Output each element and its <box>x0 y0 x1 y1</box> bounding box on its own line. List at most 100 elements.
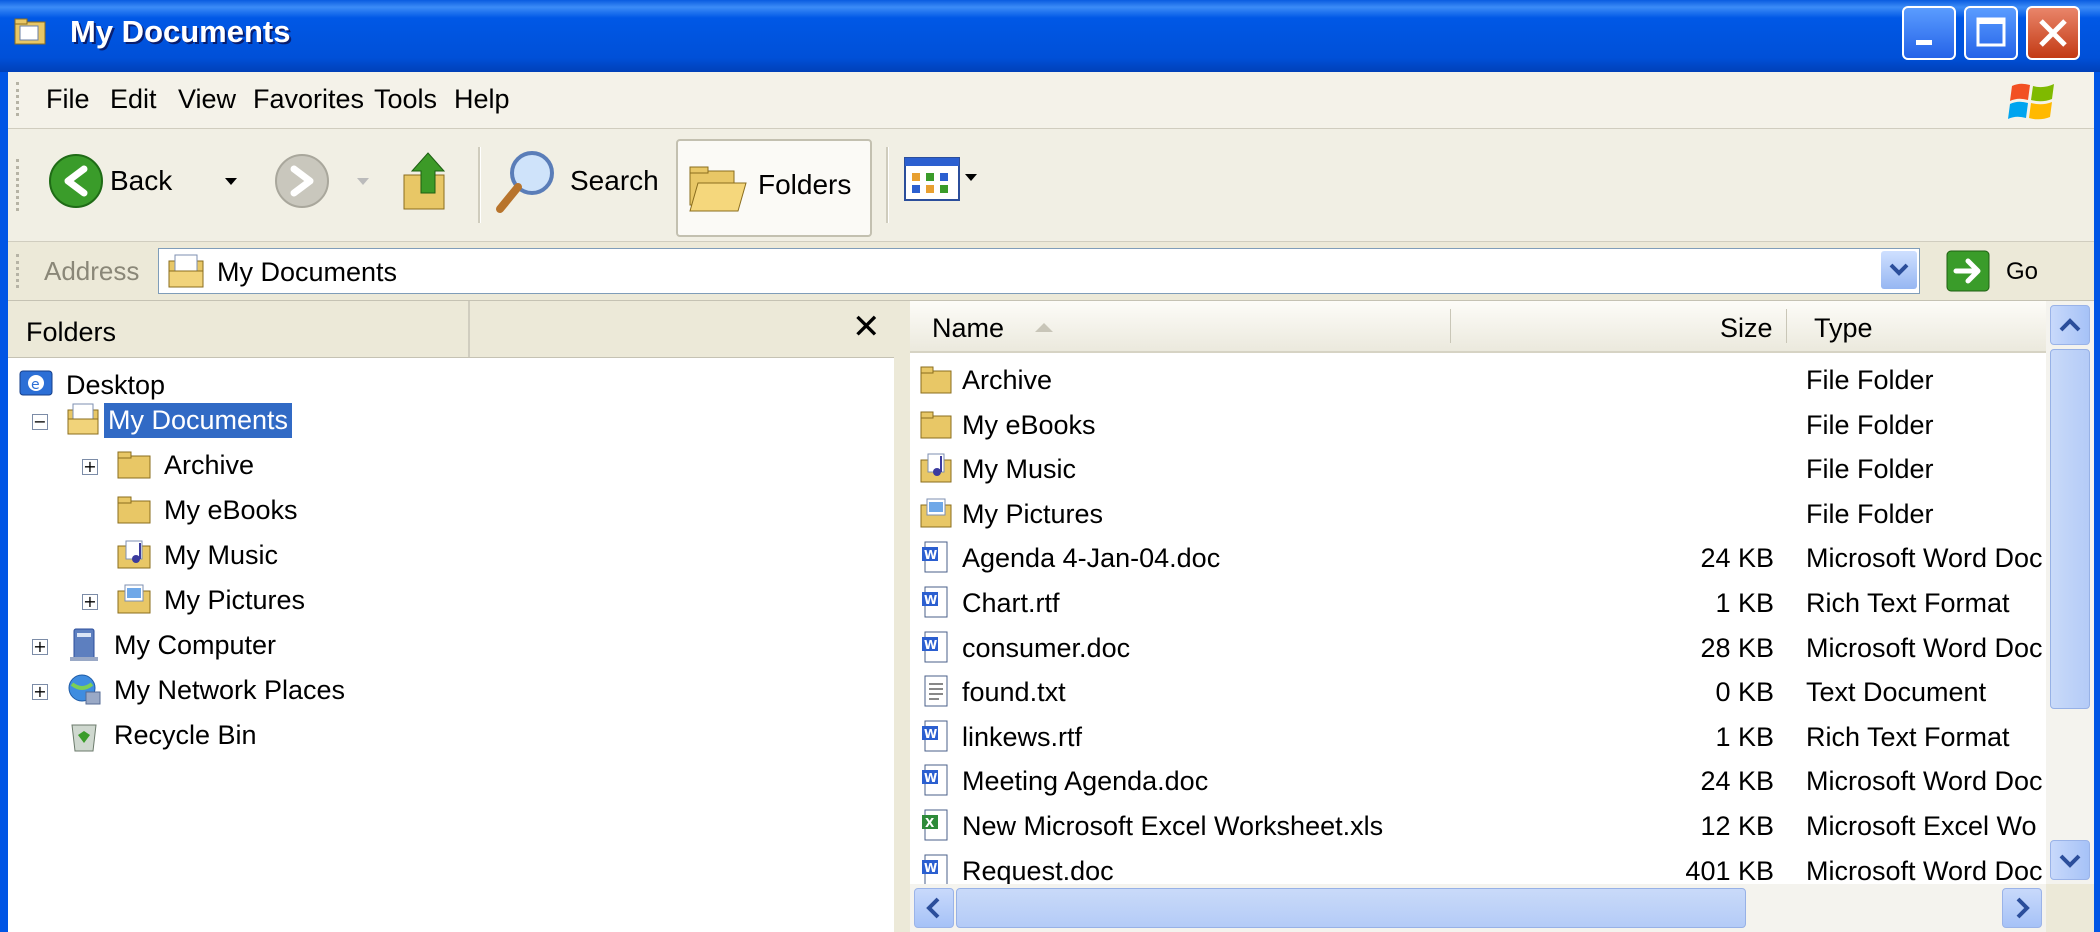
expand-icon[interactable]: + <box>82 594 98 610</box>
file-name: My eBooks <box>962 409 1096 440</box>
up-folder-icon[interactable] <box>400 149 456 215</box>
maximize-icon <box>1976 17 2006 47</box>
search-button[interactable]: Search <box>494 147 664 217</box>
column-header-size[interactable]: Size <box>1720 313 1773 344</box>
chevron-down-icon[interactable] <box>356 177 370 187</box>
folder-icon <box>117 496 151 524</box>
file-size: 1 KB <box>1715 588 1774 618</box>
menu-grip <box>16 82 23 116</box>
file-type: Microsoft Word Doc <box>1806 632 2043 663</box>
tree-item-my-network-places[interactable]: My Network Places <box>66 670 349 710</box>
folders-pane: Folders ✕ e Desktop − My Documents + Arc… <box>8 301 894 932</box>
file-row[interactable]: W Agenda 4-Jan-04.doc 24 KB Microsoft Word … <box>910 535 2046 579</box>
folder-icon <box>920 411 952 439</box>
horizontal-scrollbar[interactable] <box>910 884 2046 932</box>
views-button[interactable] <box>900 151 980 215</box>
tree-item-label: My Pictures <box>164 584 306 615</box>
file-row[interactable]: Archive File Folder <box>910 357 2046 401</box>
folders-label: Folders <box>758 169 852 200</box>
tree-item-my-music[interactable]: My Music <box>116 535 282 575</box>
file-row[interactable]: My Pictures File Folder <box>910 491 2046 535</box>
chevron-down-icon[interactable] <box>224 177 238 187</box>
file-type: File Folder <box>1806 454 1934 485</box>
menu-bar: File Edit View Favorites Tools Help <box>8 72 2094 129</box>
tree-item-my-computer[interactable]: My Computer <box>66 625 280 665</box>
address-value: My Documents <box>217 257 398 287</box>
my-documents-icon <box>67 403 99 435</box>
forward-button[interactable] <box>270 147 380 217</box>
menu-help[interactable]: Help <box>454 84 510 115</box>
tree-item-label: My Network Places <box>114 674 346 705</box>
windows-logo-icon <box>2008 83 2054 120</box>
address-bar: Address My Documents Go <box>8 242 2094 301</box>
address-label: Address <box>44 256 140 286</box>
file-row[interactable]: Wlinkews.rtf 1 KB Rich Text Format <box>910 714 2046 758</box>
file-row[interactable]: W Meeting Agenda.doc 24 KB Microsoft Word D… <box>910 758 2046 802</box>
minimize-button[interactable] <box>1902 6 1956 60</box>
music-folder-icon <box>117 540 151 569</box>
file-size: 28 KB <box>1700 632 1774 663</box>
explorer-window: My Documents File Edit View Favorites To… <box>0 0 2100 932</box>
scroll-right-button[interactable] <box>2002 888 2042 928</box>
tree-item-label: My Music <box>164 539 278 570</box>
expand-icon[interactable]: + <box>32 684 48 700</box>
menu-tools[interactable]: Tools <box>374 84 437 115</box>
toolbar-grip <box>16 159 23 211</box>
file-row[interactable]: X New Microsoft Excel Worksheet.xls 12 KB M… <box>910 803 2046 847</box>
tree-item-my-documents[interactable]: My Documents <box>66 400 293 440</box>
close-button[interactable] <box>2026 6 2080 60</box>
expand-icon[interactable]: + <box>32 639 48 655</box>
file-size: 24 KB <box>1700 766 1774 797</box>
tree-item-my-pictures[interactable]: My Pictures <box>116 580 309 620</box>
size-grip[interactable] <box>2046 884 2094 932</box>
horizontal-scroll-thumb[interactable] <box>956 888 1746 928</box>
file-type: Microsoft Word Doc <box>1806 855 2043 886</box>
folders-icon <box>689 166 747 212</box>
recycle-bin-icon <box>71 724 97 752</box>
scroll-up-button[interactable] <box>2050 305 2090 345</box>
go-button[interactable]: Go <box>1942 250 2058 292</box>
collapse-icon[interactable]: − <box>32 414 48 430</box>
toolbar-separator <box>886 147 889 223</box>
menu-view[interactable]: View <box>178 84 236 115</box>
scroll-left-button[interactable] <box>914 888 954 928</box>
file-row[interactable]: W Chart.rtf 1 KB Rich Text Format <box>910 580 2046 624</box>
address-input[interactable]: My Documents <box>158 248 1920 294</box>
pictures-folder-icon <box>920 498 952 528</box>
folders-button[interactable]: Folders <box>676 139 872 237</box>
file-name: My Music <box>962 454 1076 485</box>
expand-icon[interactable]: + <box>82 459 98 475</box>
tree-item-desktop[interactable]: e Desktop <box>18 365 169 405</box>
header-divider <box>468 301 470 357</box>
file-type: Text Document <box>1806 677 1987 708</box>
column-separator[interactable] <box>1786 309 1787 343</box>
back-button[interactable]: Back <box>44 147 254 217</box>
file-row[interactable]: Wconsumer.doc 28 KB Microsoft Word Doc <box>910 625 2046 669</box>
file-row[interactable]: My Music File Folder <box>910 446 2046 490</box>
file-row[interactable]: My eBooks File Folder <box>910 402 2046 446</box>
file-size: 12 KB <box>1700 811 1774 841</box>
file-type: Microsoft Excel Wo <box>1806 811 2037 841</box>
title-bar[interactable]: My Documents <box>0 0 2100 72</box>
column-header-type[interactable]: Type <box>1814 313 1873 344</box>
file-name: My Pictures <box>962 498 1104 529</box>
toolbar-separator <box>478 147 481 223</box>
window-title: My Documents <box>70 14 291 49</box>
tree-item-my-ebooks[interactable]: My eBooks <box>116 490 302 530</box>
tree-item-recycle-bin[interactable]: Recycle Bin <box>66 715 261 755</box>
column-separator[interactable] <box>1450 309 1451 343</box>
file-row[interactable]: found.txt 0 KB Text Document <box>910 669 2046 713</box>
chevron-down-icon <box>1889 263 1909 276</box>
tree-item-archive[interactable]: Archive <box>116 445 258 485</box>
column-header-name[interactable]: Name <box>932 313 1004 344</box>
menu-edit[interactable]: Edit <box>110 84 157 115</box>
vertical-scrollbar[interactable] <box>2046 301 2094 884</box>
pane-splitter[interactable] <box>894 301 910 932</box>
scroll-thumb[interactable] <box>2050 349 2090 709</box>
address-dropdown-button[interactable] <box>1881 251 1917 289</box>
scroll-down-button[interactable] <box>2050 840 2090 880</box>
menu-favorites[interactable]: Favorites <box>253 84 364 115</box>
maximize-button[interactable] <box>1964 6 2018 60</box>
menu-file[interactable]: File <box>46 84 90 115</box>
close-pane-icon[interactable]: ✕ <box>852 307 881 347</box>
